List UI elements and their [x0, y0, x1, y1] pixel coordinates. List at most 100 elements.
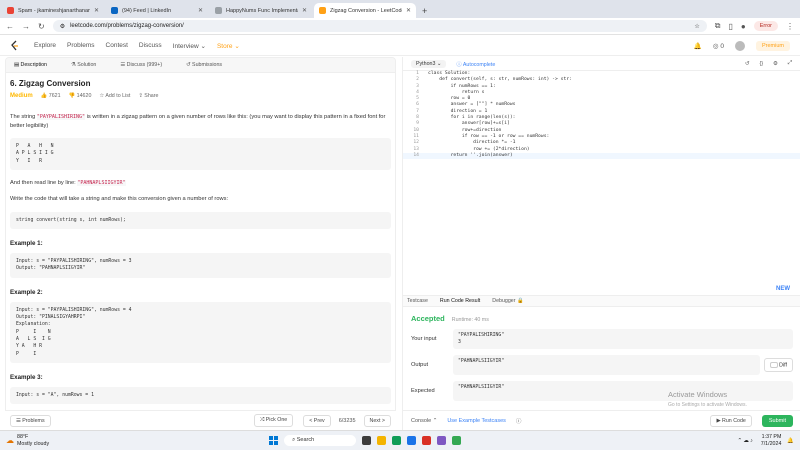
next-button[interactable]: Next > — [363, 414, 391, 427]
notification-icon[interactable]: 🔔 — [787, 438, 794, 444]
your-input-value: "PAYPALISHIRING" 3 — [453, 329, 793, 349]
close-icon[interactable]: ✕ — [94, 7, 99, 14]
flask-icon: ⚗ — [71, 62, 76, 68]
nav-problems[interactable]: Problems — [67, 42, 94, 49]
activate-windows-watermark: Activate Windows — [668, 390, 728, 399]
forward-icon[interactable]: → — [22, 22, 30, 31]
clock[interactable]: 1:37 PM 7/1/2024 — [761, 434, 782, 447]
tab-debugger[interactable]: Debugger 🔒 — [492, 298, 523, 304]
windows-start-icon[interactable] — [269, 436, 279, 445]
chat-icon: ☰ — [120, 62, 126, 68]
new-tab-button[interactable]: + — [422, 6, 427, 16]
leetcode-icon — [319, 7, 326, 14]
nav-explore[interactable]: Explore — [34, 42, 56, 49]
extensions-icon[interactable]: ⧉ — [715, 21, 721, 31]
reset-icon[interactable]: ↺ — [745, 61, 749, 67]
code-lines: 1 class Solution: 2 def convert(self, s: s… — [403, 71, 800, 160]
problems-label: Problems — [22, 417, 45, 424]
back-icon[interactable]: ← — [6, 22, 14, 31]
nav-discuss[interactable]: Discuss — [139, 42, 162, 49]
share-label: Share — [144, 93, 159, 99]
code-braces-icon[interactable]: {} — [759, 61, 763, 67]
app-icon-2[interactable] — [437, 436, 447, 445]
code-editor[interactable]: 1 class Solution: 2 def convert(self, s: s… — [403, 71, 800, 292]
coin-count: 0 — [720, 42, 724, 50]
status-accepted: Accepted — [411, 314, 445, 323]
share-button[interactable]: ⇪ Share — [138, 93, 158, 99]
help-icon[interactable]: ⓘ — [516, 417, 522, 425]
tray-icons[interactable]: ⌃ ☁ ♪ — [737, 438, 752, 444]
globe-icon — [215, 7, 222, 14]
weather-widget[interactable]: 88°F Mostly cloudy — [17, 434, 49, 447]
tab-solution[interactable]: ⚗ Solution — [71, 62, 96, 68]
profile-avatar[interactable]: ● — [741, 22, 746, 31]
nav-store-label: Store — [216, 42, 233, 50]
line-number: 14 — [413, 152, 419, 158]
fullscreen-icon[interactable]: ⤢ — [788, 60, 792, 67]
tab-testcase[interactable]: Testcase — [407, 298, 428, 304]
sidepanel-icon[interactable]: ▯ — [729, 22, 733, 31]
activate-windows-subtext: Go to Settings to activate Windows. — [668, 402, 747, 408]
console-button[interactable]: Console ⌃ — [411, 418, 437, 424]
submit-button[interactable]: Submit — [761, 414, 793, 427]
store-icon[interactable] — [407, 436, 417, 445]
console-label: Console — [411, 417, 432, 424]
like-button[interactable]: 👍 7621 — [41, 93, 61, 99]
coins-counter[interactable]: ◎ 0 — [713, 42, 724, 50]
browser-tab-gmail[interactable]: Spam - jkamineshjanarthanan ✕ — [2, 3, 104, 18]
bookmark-star-icon[interactable]: ☆ — [694, 23, 699, 30]
browser-tab-happynums[interactable]: HappyNums Func Implementati ✕ — [210, 3, 312, 18]
new-badge[interactable]: NEW — [776, 286, 790, 292]
problem-panel: ▤ Description ⚗ Solution ☰ Discuss (999+… — [5, 57, 396, 430]
chrome-icon[interactable] — [452, 436, 462, 445]
tab-debugger-label: Debugger — [492, 298, 516, 304]
close-icon[interactable]: ✕ — [406, 7, 411, 14]
nav-contest[interactable]: Contest — [106, 42, 128, 49]
menu-icon[interactable]: ⋮ — [786, 22, 794, 31]
user-avatar[interactable] — [734, 40, 745, 51]
weather-text: Mostly cloudy — [17, 440, 50, 447]
editor-toolbar: Python3 ⌄ ⓘ Autocomplete ↺ {} ⚙ ⤢ — [403, 57, 800, 71]
error-button[interactable]: Error — [753, 21, 778, 31]
taskbar-search[interactable]: ⌕ Search — [284, 435, 357, 446]
tab-run-code-result[interactable]: Run Code Result — [440, 298, 480, 304]
url-bar[interactable]: ⚙ leetcode.com/problems/zigzag-conversio… — [52, 20, 707, 32]
tab-discuss[interactable]: ☰ Discuss (999+) — [120, 62, 162, 68]
problems-list-button[interactable]: ☰ Problems — [10, 414, 51, 427]
settings-icon[interactable]: ⚙ — [773, 61, 778, 67]
add-to-list-button[interactable]: ☆ Add to List — [99, 93, 130, 99]
notification-bell-icon[interactable]: 🔔 — [694, 42, 702, 50]
tab-title: Spam - jkamineshjanarthanan — [18, 7, 90, 14]
language-select[interactable]: Python3 ⌄ — [411, 59, 447, 68]
browser-edge-icon[interactable] — [392, 436, 402, 445]
browser-tab-leetcode[interactable]: Zigzag Conversion - LeetCode ✕ — [314, 3, 416, 18]
close-icon[interactable]: ✕ — [198, 7, 203, 14]
share-icon: ⇪ — [138, 93, 143, 99]
task-view-icon[interactable] — [362, 436, 372, 445]
premium-button[interactable]: Premium — [755, 40, 790, 51]
dislike-button[interactable]: 👎 14620 — [69, 93, 92, 99]
prev-button[interactable]: < Prev — [303, 414, 331, 427]
browser-tab-linkedin[interactable]: (94) Feed | LinkedIn ✕ — [106, 3, 208, 18]
nav-interview[interactable]: Interview ⌄ — [173, 42, 206, 50]
close-icon[interactable]: ✕ — [302, 7, 307, 14]
pick-one-button[interactable]: ⤮ Pick One — [254, 414, 294, 427]
use-example-testcases[interactable]: Use Example Testcases — [447, 418, 506, 424]
autocomplete-toggle[interactable]: ⓘ Autocomplete — [456, 60, 495, 68]
shuffle-icon: ⤮ — [260, 417, 265, 423]
weather-icon[interactable]: ☁ — [6, 436, 14, 445]
nav-store[interactable]: Store ⌄ — [217, 42, 240, 50]
runtime-text: Runtime: 40 ms — [451, 317, 489, 323]
add-to-list-label: Add to List — [105, 93, 131, 99]
site-info-icon[interactable]: ⚙ — [60, 23, 65, 30]
leetcode-logo-icon[interactable] — [10, 40, 19, 51]
app-icon[interactable] — [422, 436, 432, 445]
file-explorer-icon[interactable] — [377, 436, 387, 445]
reload-icon[interactable]: ↻ — [38, 22, 45, 31]
tab-description[interactable]: ▤ Description — [14, 62, 47, 68]
tab-submissions[interactable]: ↺ Submissions — [186, 62, 222, 68]
your-input-label: Your input — [411, 336, 437, 342]
expected-row: Expected "PAHNAPLSIIGYIR" — [411, 381, 793, 401]
run-code-button[interactable]: ▶ Run Code — [710, 414, 752, 427]
diff-button[interactable]: Diff — [763, 357, 793, 373]
